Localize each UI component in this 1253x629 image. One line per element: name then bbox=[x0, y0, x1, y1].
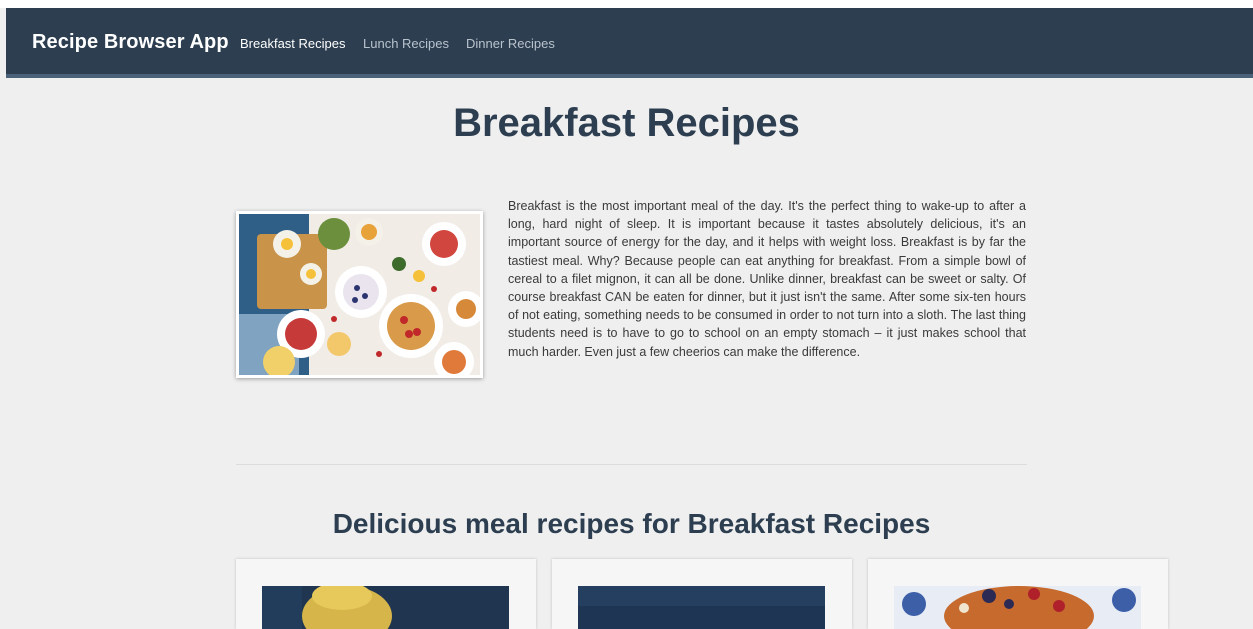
top-strip bbox=[0, 0, 1253, 8]
section-divider bbox=[236, 464, 1027, 465]
recipe-photo-3 bbox=[894, 586, 1141, 629]
section-title: Delicious meal recipes for Breakfast Rec… bbox=[332, 508, 931, 539]
breakfast-table-illustration bbox=[239, 214, 480, 375]
breakfast-hero-image bbox=[236, 211, 483, 378]
nav-link-lunch[interactable]: Lunch Recipes bbox=[363, 36, 449, 51]
recipe-photo-1 bbox=[262, 586, 509, 629]
recipe-photo-2 bbox=[578, 586, 825, 629]
recipe-card[interactable] bbox=[236, 559, 536, 629]
recipe-card-image bbox=[578, 586, 825, 629]
recipe-card[interactable] bbox=[868, 559, 1168, 629]
recipe-card-image bbox=[894, 586, 1141, 629]
brand-link[interactable]: Recipe Browser App bbox=[32, 31, 229, 54]
navbar: Recipe Browser App Breakfast Recipes Lun… bbox=[6, 8, 1253, 78]
nav-link-breakfast[interactable]: Breakfast Recipes bbox=[240, 36, 346, 51]
intro-paragraph: Breakfast is the most important meal of … bbox=[508, 199, 1026, 359]
recipe-card[interactable] bbox=[552, 559, 852, 629]
page-title: Breakfast Recipes bbox=[453, 101, 800, 145]
nav-link-dinner[interactable]: Dinner Recipes bbox=[466, 36, 555, 51]
recipe-card-image bbox=[262, 586, 509, 629]
